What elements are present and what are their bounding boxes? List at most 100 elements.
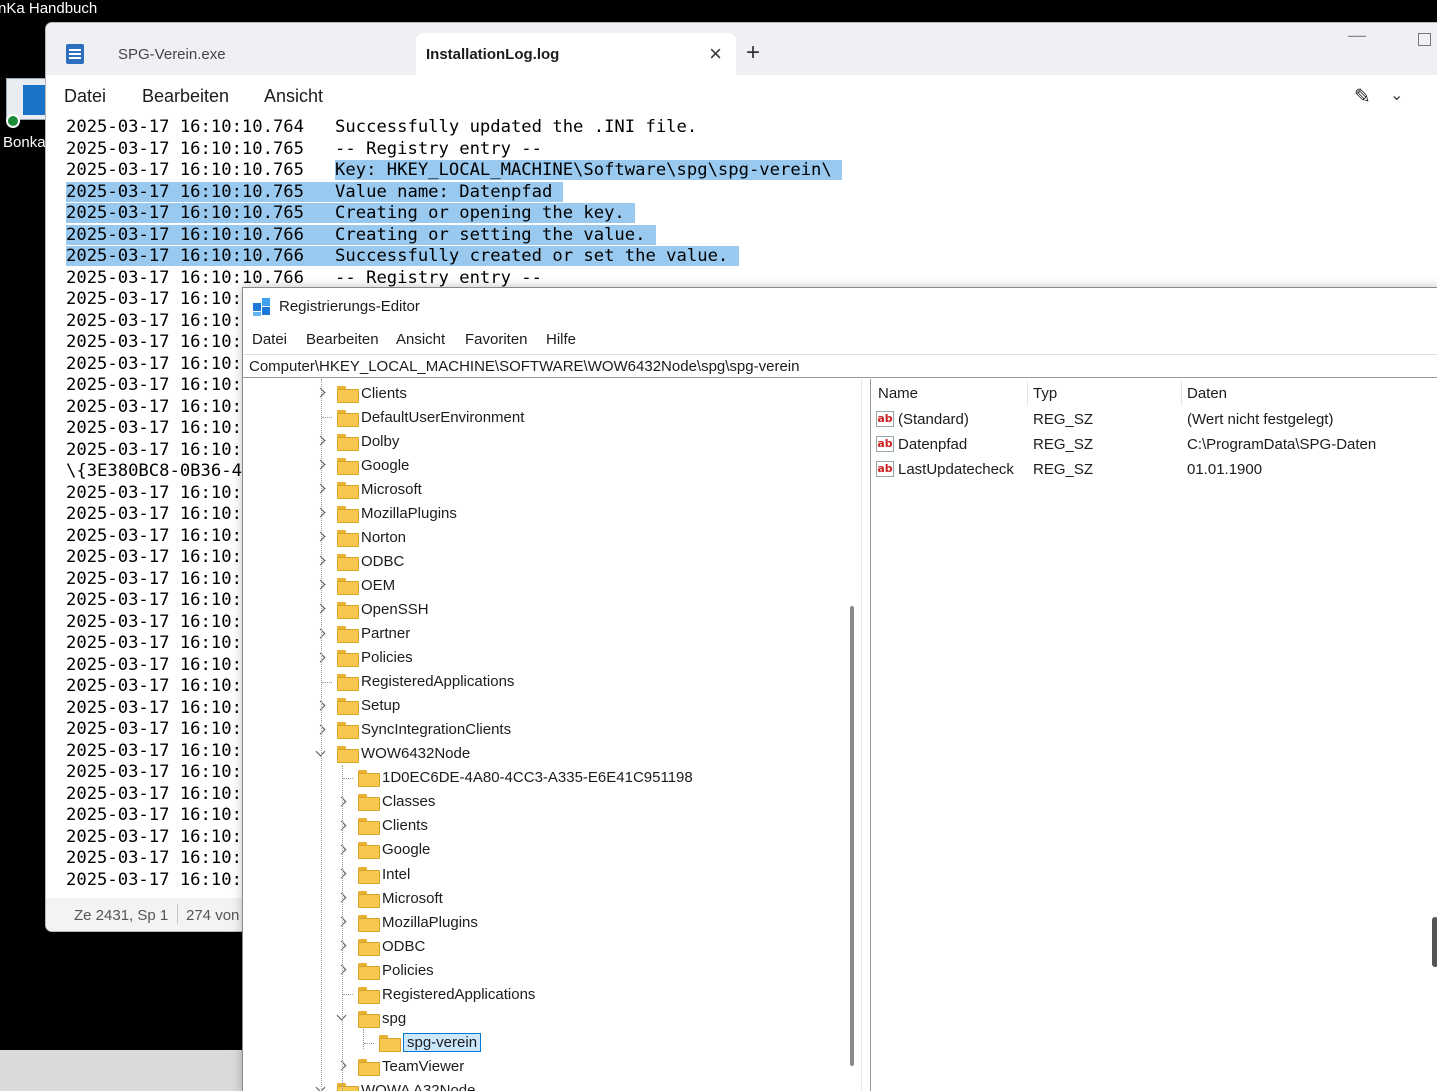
log-message: Successfully updated the .INI file. — [335, 117, 698, 137]
registry-tree[interactable]: Clients DefaultUserEnvironment Dolby Google… — [243, 379, 861, 1091]
log-line[interactable]: 2025-03-17 16:10:10.765 -- Registry entr… — [66, 139, 842, 161]
tree-node[interactable]: Partner — [315, 622, 410, 646]
maximize-icon[interactable] — [1418, 33, 1431, 46]
log-timestamp: 2025-03-17 16:10:10.765 — [66, 138, 304, 159]
tree-node[interactable]: 1D0EC6DE-4A80-4CC3-A335-E6E41C951198 — [336, 766, 693, 790]
registry-value-row[interactable]: ab Datenpfad REG_SZ C:\ProgramData\SPG-Date… — [872, 432, 1437, 457]
desktop-shortcut-icon[interactable] — [6, 78, 47, 128]
log-message: Value name: Datenpfad — [335, 181, 563, 202]
log-line[interactable]: 2025-03-17 16:10:10.764 Successfully upd… — [66, 117, 842, 139]
tree-node[interactable]: Policies — [315, 646, 413, 670]
registry-value-row[interactable]: ab (Standard) REG_SZ (Wert nicht festgelegt… — [872, 407, 1437, 432]
tree-node[interactable]: DefaultUserEnvironment — [315, 405, 524, 429]
tree-node[interactable]: Microsoft — [336, 886, 443, 910]
column-data[interactable]: Daten — [1187, 385, 1227, 402]
menu-bearbeiten[interactable]: Bearbeiten — [306, 331, 379, 348]
pane-splitter[interactable] — [861, 379, 871, 1091]
minimize-icon[interactable]: — — [1348, 25, 1366, 46]
tree-node[interactable]: WOWA A32Node — [315, 1078, 476, 1091]
tab-spg-verein-exe[interactable]: SPG-Verein.exe — [46, 33, 414, 75]
tree-node[interactable]: spg-verein — [357, 1030, 482, 1054]
cursor-position: Ze 2431, Sp 1 — [74, 907, 169, 924]
address-bar[interactable]: Computer\HKEY_LOCAL_MACHINE\SOFTWARE\WOW… — [243, 354, 1437, 378]
tree-node[interactable]: TeamViewer — [336, 1054, 464, 1078]
folder-icon — [358, 890, 380, 908]
tree-node-label: Google — [361, 456, 410, 474]
tree-node[interactable]: RegisteredApplications — [336, 982, 535, 1006]
menu-favoriten[interactable]: Favoriten — [465, 331, 528, 348]
value-data: C:\ProgramData\SPG-Daten — [1187, 436, 1377, 453]
tree-node-label: Policies — [361, 649, 413, 667]
tree-node[interactable]: ODBC — [315, 549, 404, 573]
tree-node[interactable]: Microsoft — [315, 477, 422, 501]
string-value-icon: ab — [876, 411, 894, 427]
tree-node[interactable]: MozillaPlugins — [336, 910, 478, 934]
folder-icon — [337, 433, 359, 451]
log-timestamp: 2025-03-17 16:10:10.764 — [66, 117, 304, 137]
new-tab-button[interactable]: + — [746, 39, 760, 67]
tree-node[interactable]: Google — [315, 453, 409, 477]
copilot-rewrite-icon[interactable]: ✎ — [1354, 84, 1371, 109]
tree-node[interactable]: OEM — [315, 573, 395, 597]
tree-node[interactable]: Classes — [336, 790, 435, 814]
tree-node-label: spg — [382, 1009, 407, 1027]
tree-node[interactable]: Norton — [315, 525, 406, 549]
tree-node[interactable]: SyncIntegrationClients — [315, 718, 511, 742]
tree-guide-line — [343, 994, 353, 995]
close-tab-icon[interactable]: × — [709, 41, 722, 67]
desktop-shortcut-label[interactable]: Bonka — [3, 134, 46, 151]
tree-node[interactable]: Google — [336, 838, 430, 862]
tree-node[interactable]: MozillaPlugins — [315, 501, 457, 525]
log-line[interactable]: 2025-03-17 16:10:10.766 Creating or sett… — [66, 224, 842, 247]
tab-installationlog[interactable]: InstallationLog.log × — [416, 33, 736, 75]
tree-node-label: WOWA A32Node — [361, 1081, 476, 1091]
tree-node[interactable]: WOW6432Node — [315, 742, 470, 766]
tree-node-label: Clients — [361, 384, 407, 402]
menu-ansicht[interactable]: Ansicht — [264, 86, 323, 107]
menu-hilfe[interactable]: Hilfe — [546, 331, 576, 348]
tree-node[interactable]: Intel — [336, 862, 410, 886]
tree-node[interactable]: RegisteredApplications — [315, 670, 514, 694]
folder-icon — [337, 457, 359, 475]
folder-icon — [358, 938, 380, 956]
log-line[interactable]: 2025-03-17 16:10:10.765 Value name: Date… — [66, 181, 842, 204]
tree-node[interactable]: spg — [336, 1006, 406, 1030]
log-line[interactable]: 2025-03-17 16:10:10.765 Key: HKEY_LOCAL_… — [66, 160, 843, 182]
registry-value-row[interactable]: ab LastUpdatecheck REG_SZ 01.01.1900 — [872, 457, 1437, 482]
tree-node[interactable]: Policies — [336, 958, 434, 982]
menu-ansicht[interactable]: Ansicht — [396, 331, 445, 348]
folder-icon — [337, 698, 359, 716]
tree-node[interactable]: Clients — [315, 381, 407, 405]
tree-node-label: Clients — [382, 817, 428, 835]
column-name[interactable]: Name — [878, 385, 918, 402]
tree-node[interactable]: Dolby — [315, 429, 399, 453]
log-line[interactable]: 2025-03-17 16:10:10.766 Successfully cre… — [66, 246, 842, 268]
log-timestamp: 2025-03-17 16:10:10.766 — [66, 246, 304, 266]
log-timestamp: 2025-03-17 16:10:10.766 — [66, 224, 304, 245]
folder-icon — [337, 650, 359, 668]
tree-node-label: Norton — [361, 528, 407, 546]
tree-node-label: Google — [382, 841, 431, 859]
tree-node[interactable]: OpenSSH — [315, 597, 429, 621]
log-line[interactable]: 2025-03-17 16:10:10.765 Creating or open… — [66, 203, 842, 225]
column-divider[interactable] — [1181, 381, 1182, 405]
log-timestamp: 2025-03-17 16:10:10.765 — [66, 203, 304, 223]
notepad-icon — [66, 44, 84, 64]
tree-node[interactable]: Setup — [315, 694, 400, 718]
menu-datei[interactable]: Datei — [252, 331, 287, 348]
tree-node[interactable]: ODBC — [336, 934, 425, 958]
column-divider[interactable] — [1027, 381, 1028, 405]
menu-datei[interactable]: Datei — [64, 86, 106, 107]
column-type[interactable]: Typ — [1033, 385, 1057, 402]
tree-guide-line — [322, 682, 332, 683]
menu-bearbeiten[interactable]: Bearbeiten — [142, 86, 229, 107]
tree-node[interactable]: Clients — [336, 814, 428, 838]
regedit-title-bar: Registrierungs-Editor — [243, 288, 1437, 326]
tree-node-label: WOW6432Node — [361, 745, 471, 763]
tree-node-label: ODBC — [382, 937, 426, 955]
log-line[interactable]: 2025-03-17 16:10:10.766 -- Registry entr… — [66, 268, 842, 290]
tree-scrollbar[interactable] — [850, 606, 854, 1066]
value-type: REG_SZ — [1033, 461, 1094, 478]
chevron-down-icon[interactable]: ⌄ — [1390, 85, 1403, 105]
value-data: (Wert nicht festgelegt) — [1187, 411, 1334, 428]
